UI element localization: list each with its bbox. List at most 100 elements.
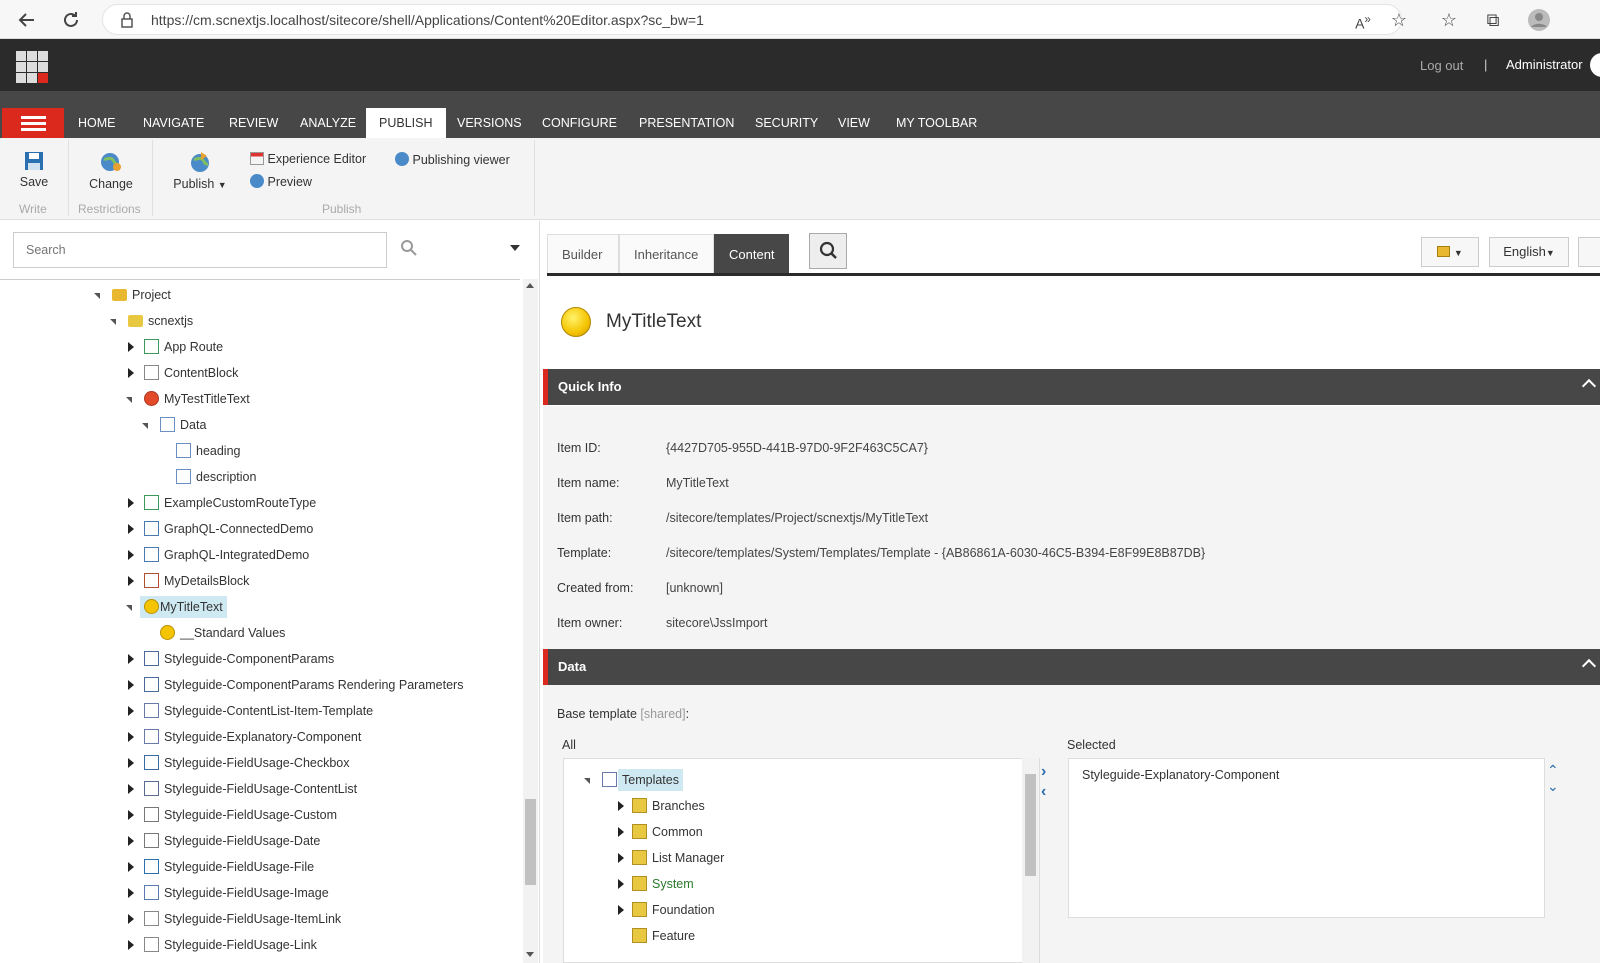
preview-button[interactable]: Preview — [250, 174, 312, 189]
expand-arrow-icon[interactable] — [128, 368, 134, 378]
tree-item-label[interactable]: Styleguide-Explanatory-Component — [160, 726, 365, 748]
move-down-icon[interactable]: ⌄ — [1547, 778, 1559, 795]
expand-arrow-icon[interactable] — [128, 810, 134, 820]
tree-item-label[interactable]: App Route — [160, 336, 227, 358]
tree-item-label[interactable]: Styleguide-FieldUsage-Custom — [160, 804, 341, 826]
tree-item-label[interactable]: __Standard Values — [176, 622, 289, 644]
tree-item-label[interactable]: MyTestTitleText — [160, 388, 254, 410]
address-bar[interactable]: https://cm.scnextjs.localhost/sitecore/s… — [102, 4, 1402, 35]
expand-arrow-icon[interactable] — [128, 862, 134, 872]
collapse-icon[interactable] — [1581, 658, 1597, 674]
selected-item[interactable]: Styleguide-Explanatory-Component — [1082, 768, 1279, 782]
tab-analyze[interactable]: ANALYZE — [287, 108, 369, 138]
tab-builder[interactable]: Builder — [547, 234, 619, 274]
tab-review[interactable]: REVIEW — [216, 108, 291, 138]
tree-item-label[interactable]: Project — [128, 284, 175, 306]
save-button[interactable]: Save — [14, 150, 54, 189]
tab-presentation[interactable]: PRESENTATION — [626, 108, 747, 138]
change-restrictions-button[interactable]: Change — [84, 150, 138, 191]
lock-icon[interactable] — [119, 11, 135, 29]
template-tree-label[interactable]: Foundation — [648, 899, 719, 921]
expand-arrow-icon[interactable] — [128, 680, 134, 690]
publishing-viewer-button[interactable]: Publishing viewer — [395, 152, 510, 167]
expand-arrow-icon[interactable] — [128, 498, 134, 508]
expand-arrow-icon[interactable] — [128, 706, 134, 716]
move-up-icon[interactable]: ⌃ — [1547, 762, 1559, 779]
expand-arrow-icon[interactable] — [128, 524, 134, 534]
tree-item-label[interactable]: MyDetailsBlock — [160, 570, 253, 592]
tree-item-label[interactable]: ExampleCustomRouteType — [160, 492, 320, 514]
collapse-arrow-icon[interactable] — [126, 397, 132, 403]
tree-item-label[interactable]: Styleguide-FieldUsage-Date — [160, 830, 324, 852]
collapse-arrow-icon[interactable] — [142, 423, 148, 429]
expand-arrow-icon[interactable] — [128, 342, 134, 352]
collapse-icon[interactable] — [1581, 378, 1597, 394]
selected-templates-list[interactable]: Styleguide-Explanatory-Component — [1068, 758, 1545, 918]
tab-inheritance[interactable]: Inheritance — [619, 234, 714, 274]
search-button[interactable] — [809, 233, 847, 269]
all-tree-scrollbar[interactable] — [1022, 758, 1039, 963]
tree-item-label[interactable]: Styleguide-ContentList-Item-Template — [160, 700, 377, 722]
tab-configure[interactable]: CONFIGURE — [529, 108, 630, 138]
tree-scrollbar[interactable] — [523, 279, 538, 963]
expand-arrow-icon[interactable] — [128, 836, 134, 846]
scroll-up-icon[interactable] — [526, 283, 534, 288]
version-dropdown-button[interactable]: ▼ — [1421, 237, 1479, 267]
tree-item-label[interactable]: Styleguide-FieldUsage-File — [160, 856, 318, 878]
refresh-icon[interactable] — [58, 7, 84, 33]
template-tree-label[interactable]: Feature — [648, 925, 699, 947]
template-tree-label[interactable]: System — [648, 873, 698, 895]
menu-icon[interactable] — [2, 108, 64, 138]
template-tree-label[interactable]: List Manager — [648, 847, 728, 869]
expand-arrow-icon[interactable] — [128, 940, 134, 950]
tree-item-label[interactable]: Styleguide-FieldUsage-ContentList — [160, 778, 361, 800]
expand-arrow-icon[interactable] — [128, 914, 134, 924]
tree-item-label[interactable]: Styleguide-FieldUsage-Link — [160, 934, 321, 956]
expand-arrow-icon[interactable] — [128, 576, 134, 586]
scroll-thumb[interactable] — [1025, 774, 1036, 876]
collapse-arrow-icon[interactable] — [584, 778, 590, 784]
scroll-thumb[interactable] — [525, 799, 536, 885]
quick-info-header[interactable]: Quick Info — [543, 369, 1600, 405]
read-aloud-icon[interactable]: A» — [1350, 7, 1376, 33]
url-text[interactable]: https://cm.scnextjs.localhost/sitecore/s… — [151, 12, 704, 28]
tree-item-label[interactable]: Styleguide-ComponentParams Rendering Par… — [160, 674, 467, 696]
expand-arrow-icon[interactable] — [618, 801, 624, 811]
logout-link[interactable]: Log out — [1420, 58, 1463, 73]
tree-item-label[interactable]: heading — [192, 440, 245, 462]
tab-my-toolbar[interactable]: MY TOOLBAR — [883, 108, 990, 138]
tab-security[interactable]: SECURITY — [742, 108, 831, 138]
expand-arrow-icon[interactable] — [618, 827, 624, 837]
expand-arrow-icon[interactable] — [618, 879, 624, 889]
data-section-header[interactable]: Data — [543, 649, 1600, 685]
remove-arrow-icon[interactable]: ‹ — [1041, 783, 1046, 801]
expand-arrow-icon[interactable] — [128, 888, 134, 898]
user-name[interactable]: Administrator — [1506, 57, 1583, 72]
tab-versions[interactable]: VERSIONS — [444, 108, 535, 138]
tree-item-label[interactable]: Styleguide-FieldUsage-ItemLink — [160, 908, 345, 930]
language-dropdown[interactable]: English▼ — [1489, 237, 1569, 267]
collapse-arrow-icon[interactable] — [110, 319, 116, 325]
collapse-arrow-icon[interactable] — [126, 605, 132, 611]
tree-item-label[interactable]: GraphQL-ConnectedDemo — [160, 518, 317, 540]
add-arrow-icon[interactable]: › — [1041, 763, 1046, 781]
expand-arrow-icon[interactable] — [128, 654, 134, 664]
favorites-icon[interactable]: ☆ — [1436, 7, 1462, 33]
template-tree-label[interactable]: Common — [648, 821, 707, 843]
profile-icon[interactable] — [1526, 7, 1552, 33]
scroll-down-icon[interactable] — [526, 952, 534, 957]
tree-item-label[interactable]: ContentBlock — [160, 362, 242, 384]
tab-publish[interactable]: PUBLISH — [366, 108, 446, 138]
expand-arrow-icon[interactable] — [128, 758, 134, 768]
tree-item-label[interactable]: GraphQL-IntegratedDemo — [160, 544, 313, 566]
experience-editor-button[interactable]: Experience Editor — [250, 152, 366, 166]
back-icon[interactable] — [14, 7, 40, 33]
expand-arrow-icon[interactable] — [128, 784, 134, 794]
tab-view[interactable]: VIEW — [825, 108, 883, 138]
expand-arrow-icon[interactable] — [128, 732, 134, 742]
publish-button[interactable]: Publish ▼ — [170, 150, 230, 191]
tab-home[interactable]: HOME — [65, 108, 129, 138]
template-tree-label[interactable]: Branches — [648, 795, 709, 817]
tree-item-label[interactable]: description — [192, 466, 260, 488]
search-dropdown-icon[interactable] — [510, 245, 520, 251]
